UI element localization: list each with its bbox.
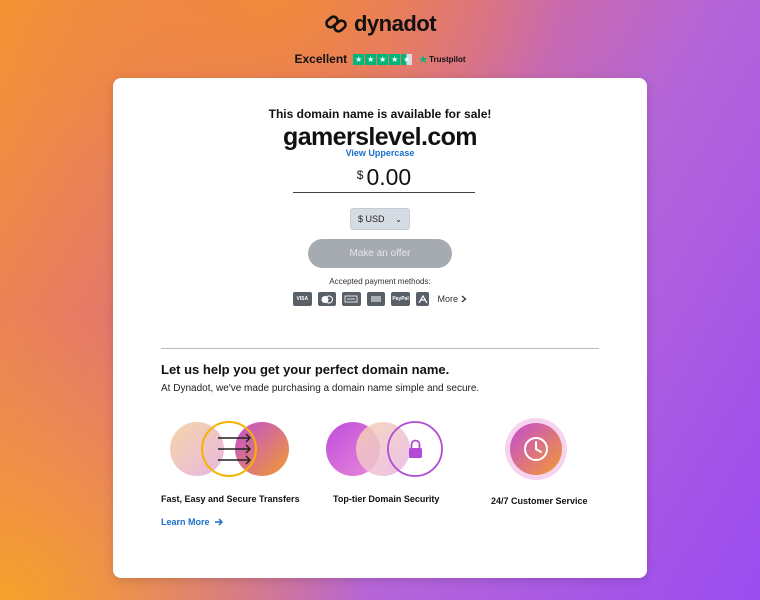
more-payment-methods-link[interactable]: More bbox=[437, 294, 467, 304]
brand-name: dynadot bbox=[353, 11, 437, 36]
price-input[interactable]: $ 0.00 bbox=[293, 162, 475, 193]
learn-more-link[interactable]: Learn More bbox=[161, 517, 224, 527]
chevron-down-icon: ⌄ bbox=[395, 214, 402, 224]
clock-icon bbox=[505, 418, 567, 480]
feature-support-label: 24/7 Customer Service bbox=[491, 496, 588, 506]
trustpilot-label: Excellent bbox=[294, 52, 348, 66]
currency-select[interactable]: $ USD ⌄ bbox=[350, 208, 410, 230]
star-icon: ★ bbox=[353, 53, 365, 65]
amex-icon bbox=[342, 292, 361, 306]
dynadot-logo[interactable]: dynadot bbox=[0, 10, 760, 38]
learn-more-label: Learn More bbox=[161, 517, 210, 527]
price-value: 0.00 bbox=[366, 164, 412, 190]
listing-card: This domain name is available for sale! … bbox=[113, 78, 647, 578]
star-icon: ★ bbox=[389, 53, 401, 65]
payment-methods: VISA PayPal More bbox=[293, 291, 467, 307]
mastercard-icon bbox=[317, 292, 337, 306]
payment-methods-label: Accepted payment methods: bbox=[329, 277, 431, 286]
currency-selected: $ USD bbox=[358, 214, 385, 224]
feature-transfers-label: Fast, Easy and Secure Transfers bbox=[161, 494, 300, 504]
view-uppercase-link[interactable]: View Uppercase bbox=[113, 148, 647, 158]
trustpilot-star-icon: ★ bbox=[418, 53, 429, 66]
trustpilot-name: Trustpilot bbox=[429, 54, 466, 64]
feature-security-label: Top-tier Domain Security bbox=[333, 494, 440, 504]
section-divider bbox=[161, 348, 599, 349]
currency-symbol: $ bbox=[356, 168, 364, 182]
half-star-icon: ★ bbox=[401, 53, 413, 65]
star-icon: ★ bbox=[377, 53, 389, 65]
trustpilot-stars: ★ ★ ★ ★ ★ bbox=[353, 53, 413, 65]
feature-support: 24/7 Customer Service bbox=[489, 418, 599, 538]
bank-icon bbox=[366, 292, 386, 306]
help-subtitle: At Dynadot, we've made purchasing a doma… bbox=[161, 383, 480, 394]
feature-security: Top-tier Domain Security bbox=[325, 418, 455, 538]
dynadot-logo-icon bbox=[325, 15, 347, 33]
alipay-icon bbox=[415, 292, 430, 306]
trustpilot-rating[interactable]: Excellent ★ ★ ★ ★ ★ ★ Trustpilot bbox=[0, 51, 760, 67]
visa-icon: VISA bbox=[293, 292, 312, 306]
help-title: Let us help you get your perfect domain … bbox=[161, 362, 450, 377]
more-label: More bbox=[437, 294, 458, 304]
sale-headline: This domain name is available for sale! bbox=[268, 107, 492, 121]
paypal-icon: PayPal bbox=[391, 292, 410, 306]
trustpilot-brand: ★ Trustpilot bbox=[418, 53, 465, 66]
arrow-right-icon bbox=[214, 518, 223, 526]
chevron-right-icon bbox=[461, 295, 467, 303]
lock-icon bbox=[326, 421, 443, 477]
star-icon: ★ bbox=[365, 53, 377, 65]
make-offer-button[interactable]: Make an offer bbox=[308, 239, 452, 268]
transfer-arrows-icon bbox=[170, 421, 289, 477]
